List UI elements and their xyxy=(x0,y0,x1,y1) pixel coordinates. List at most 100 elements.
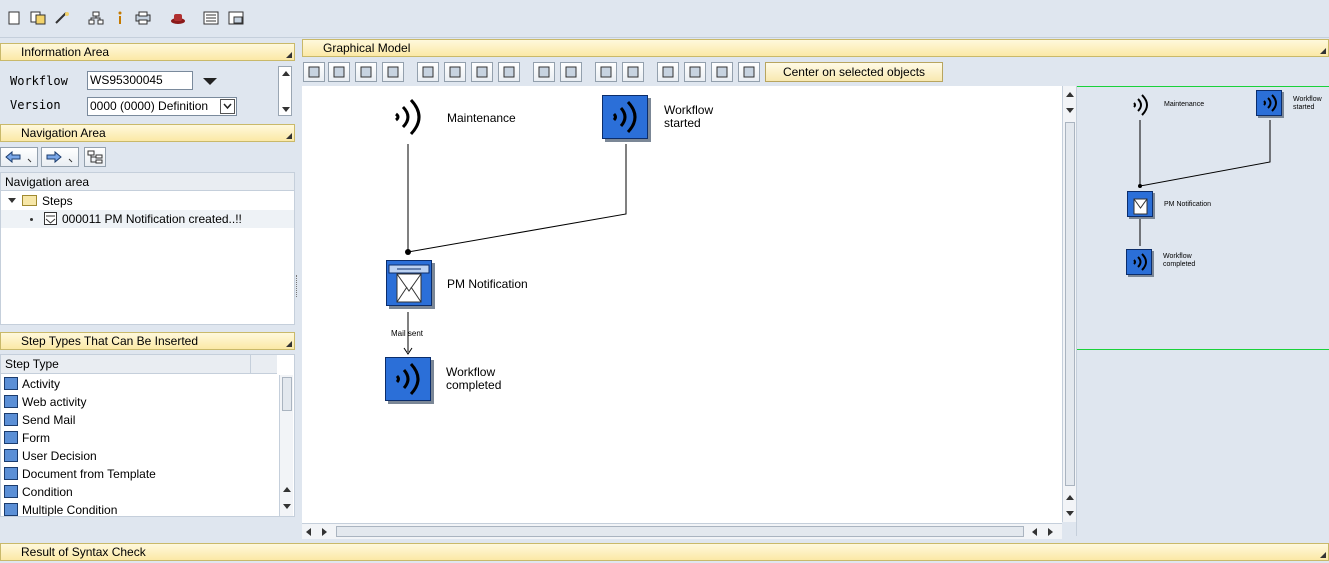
copy-icon[interactable] xyxy=(29,9,47,27)
scroll-right-icon[interactable] xyxy=(322,528,327,536)
step-type-row[interactable]: Send Mail xyxy=(1,411,277,429)
step-type-column-header[interactable]: Step Type xyxy=(1,355,251,374)
send-mail-icon xyxy=(388,264,430,303)
bullet-icon xyxy=(30,218,33,221)
scroll-thumb[interactable] xyxy=(1065,122,1075,486)
info-icon[interactable] xyxy=(111,9,129,27)
step-item[interactable]: 000011 PM Notification created..!! xyxy=(1,210,294,228)
version-select[interactable]: 0000 (0000) Definition xyxy=(87,97,237,116)
event-waves-icon xyxy=(395,362,420,396)
zoom-out-icon[interactable] xyxy=(711,62,733,82)
scroll-up-icon[interactable] xyxy=(283,487,291,492)
scroll-down-icon[interactable] xyxy=(1066,108,1074,113)
info-area-header[interactable]: Information Area xyxy=(0,43,295,61)
column-header-filler xyxy=(251,355,277,374)
user-decision-icon xyxy=(4,449,18,462)
forward-arrow-icon[interactable] xyxy=(41,147,79,167)
pm-notification-node[interactable] xyxy=(386,260,432,306)
hat-icon[interactable] xyxy=(169,9,187,27)
scroll-up-icon[interactable] xyxy=(1066,92,1074,97)
workflow-completed-node[interactable] xyxy=(385,357,431,401)
step-types-header[interactable]: Step Types That Can Be Inserted xyxy=(0,332,295,350)
scroll-left-icon[interactable] xyxy=(1032,528,1037,536)
nav-toolbar xyxy=(0,143,295,170)
event-waves-icon xyxy=(395,98,421,136)
minimap-maintenance-node xyxy=(1129,92,1151,118)
step-types-scrollbar[interactable] xyxy=(279,375,293,516)
tree-view-icon[interactable] xyxy=(84,147,106,167)
step-type-row[interactable]: User Decision xyxy=(1,447,277,465)
canvas-horizontal-scrollbar[interactable] xyxy=(302,523,1062,539)
fit-icon[interactable] xyxy=(738,62,760,82)
steps-folder[interactable]: Steps xyxy=(1,192,294,210)
zoom-in-icon[interactable] xyxy=(684,62,706,82)
steps-folder-label: Steps xyxy=(42,194,73,208)
model-canvas[interactable]: Maintenance Workflow started PM Notifica… xyxy=(302,86,1062,523)
condition-icon xyxy=(4,485,18,498)
back-arrow-icon[interactable] xyxy=(0,147,38,167)
wand-icon[interactable] xyxy=(53,9,71,27)
step-type-row[interactable]: Form xyxy=(1,429,277,447)
scroll-up-icon[interactable] xyxy=(282,71,290,76)
scroll-down-icon[interactable] xyxy=(282,107,290,112)
scroll-down-icon[interactable] xyxy=(1066,511,1074,516)
maintenance-event-node[interactable] xyxy=(388,94,428,140)
step-type-row[interactable]: Web activity xyxy=(1,393,277,411)
splitter-grip[interactable] xyxy=(296,275,299,297)
step-type-row[interactable]: Condition xyxy=(1,483,277,501)
center-selected-button[interactable]: Center on selected objects xyxy=(765,62,943,82)
multiple-condition-icon xyxy=(4,503,18,516)
scroll-left-icon[interactable] xyxy=(306,528,311,536)
link-icon[interactable] xyxy=(355,62,377,82)
scroll-up-icon[interactable] xyxy=(1066,495,1074,500)
graphical-model-header[interactable]: Graphical Model xyxy=(302,39,1329,57)
scroll-right-icon[interactable] xyxy=(1048,528,1053,536)
step-type-label: Activity xyxy=(22,377,61,391)
minimap-pm-notification-label: PM Notification xyxy=(1164,201,1212,208)
step-type-label: Multiple Condition xyxy=(22,503,118,517)
hierarchy-icon[interactable] xyxy=(87,9,105,27)
scroll-down-icon[interactable] xyxy=(283,504,291,509)
grid-icon[interactable] xyxy=(622,62,644,82)
info-scrollbar[interactable] xyxy=(278,66,292,116)
undo-icon[interactable] xyxy=(533,62,555,82)
nav-area-header[interactable]: Navigation Area xyxy=(0,124,295,142)
workflow-started-node[interactable] xyxy=(602,95,648,139)
resize-corner-icon xyxy=(286,341,292,347)
step-type-row[interactable]: Activity xyxy=(1,375,277,393)
step-type-row[interactable]: Multiple Condition xyxy=(1,501,277,517)
scroll-thumb[interactable] xyxy=(282,377,292,411)
bucket-icon[interactable] xyxy=(595,62,617,82)
print-icon[interactable] xyxy=(134,9,152,27)
graphical-model-toolbar: Center on selected objects xyxy=(302,59,1329,85)
minimap-maintenance-label: Maintenance xyxy=(1164,101,1205,108)
maintenance-label: Maintenance xyxy=(447,111,516,125)
align-icon[interactable] xyxy=(657,62,679,82)
step-type-label: User Decision xyxy=(22,449,97,463)
scroll-thumb[interactable] xyxy=(336,526,1024,537)
insert-icon[interactable] xyxy=(498,62,520,82)
expand-triangle-icon[interactable] xyxy=(8,198,16,203)
delete-icon[interactable] xyxy=(382,62,404,82)
dropdown-arrow-icon[interactable] xyxy=(203,78,217,85)
redo-icon[interactable] xyxy=(560,62,582,82)
cut-icon[interactable] xyxy=(417,62,439,82)
minimap-connectors xyxy=(1138,120,1271,246)
list-icon[interactable] xyxy=(202,9,220,27)
version-label: Version xyxy=(10,98,61,112)
paste-icon[interactable] xyxy=(471,62,493,82)
select-chevron-icon xyxy=(220,99,235,114)
minimap-workflow-started-label-1: Workflow xyxy=(1293,96,1322,103)
syntax-check-header[interactable]: Result of Syntax Check xyxy=(0,543,1329,561)
overview-minimap[interactable]: Maintenance Workflow started PM Notifica… xyxy=(1076,86,1329,536)
canvas-vertical-scrollbar[interactable] xyxy=(1062,86,1076,522)
new-icon[interactable] xyxy=(5,9,23,27)
minimap-workflow-completed-label-2: completed xyxy=(1163,261,1196,268)
edit-icon[interactable] xyxy=(328,62,350,82)
info-area-panel: Workflow WS95300045 Version 0000 (0000) … xyxy=(0,62,295,118)
copy-icon[interactable] xyxy=(444,62,466,82)
new-object-icon[interactable] xyxy=(303,62,325,82)
step-type-row[interactable]: Document from Template xyxy=(1,465,277,483)
workflow-field[interactable]: WS95300045 xyxy=(87,71,193,90)
window-icon[interactable] xyxy=(227,9,245,27)
